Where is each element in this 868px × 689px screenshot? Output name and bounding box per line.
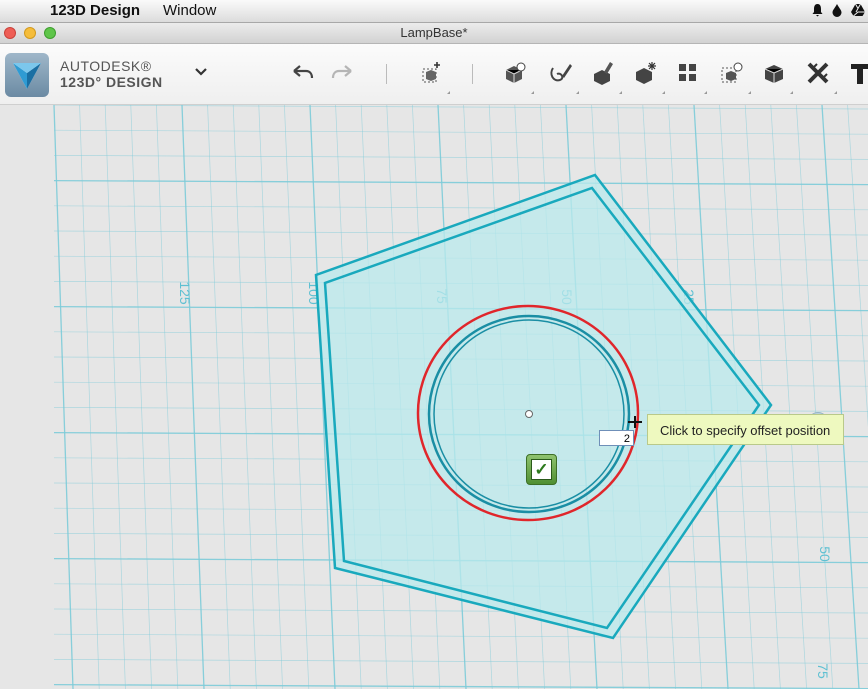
grid-line [53, 155, 868, 160]
grid-line [53, 205, 868, 211]
grid-line [53, 105, 74, 689]
pattern-icon[interactable] [673, 58, 703, 88]
offset-tooltip: Click to specify offset position [647, 414, 844, 445]
grid-line [53, 683, 868, 689]
measure-icon[interactable] [803, 58, 833, 88]
primitives-icon[interactable] [500, 58, 530, 88]
group-icon[interactable] [717, 58, 747, 88]
grid-label-50-right: 50 [817, 546, 833, 562]
window-title: LampBase* [400, 25, 468, 40]
brand-product: 123D° DESIGN [60, 74, 163, 90]
window-menu[interactable]: Window [163, 2, 216, 19]
toolbar-separator [386, 64, 387, 84]
brand-autodesk: AUTODESK® [60, 58, 152, 74]
bell-icon[interactable] [811, 3, 824, 20]
grid-line [104, 105, 126, 689]
sketch-icon[interactable] [545, 58, 575, 88]
workplane-grid: 125 100 75 50 25 50 75 [53, 105, 868, 689]
grid-line [53, 179, 868, 186]
app-menu[interactable]: 123D Design [50, 2, 140, 19]
grid-line [847, 105, 868, 428]
toolbar-separator [472, 64, 473, 84]
combine-icon[interactable] [759, 58, 789, 88]
circle-center-point[interactable] [525, 410, 533, 418]
app-logo-icon[interactable] [5, 53, 49, 97]
grid-line [258, 105, 283, 689]
grid-line [232, 105, 257, 689]
grid-line [284, 105, 310, 689]
chevron-down-icon[interactable] [194, 64, 208, 82]
drop-icon[interactable] [831, 3, 843, 20]
modify-icon[interactable] [631, 58, 661, 88]
toolbar: AUTODESK® 123D° DESIGN [0, 44, 868, 105]
grid-label-125: 125 [177, 281, 193, 305]
grid-line [156, 105, 179, 689]
grid-line [53, 105, 868, 110]
viewport-canvas[interactable]: 125 100 75 50 25 50 75 ✓ + [0, 105, 868, 689]
window-titlebar: LampBase* [0, 23, 868, 44]
menu-bar: 123D Design Window [0, 0, 868, 23]
grid-line [130, 105, 152, 689]
drive-icon[interactable] [851, 3, 865, 19]
construct-icon[interactable] [588, 58, 618, 88]
undo-icon[interactable] [287, 58, 317, 88]
transform-icon[interactable] [416, 58, 446, 88]
text-tool-icon[interactable] [845, 58, 868, 88]
checkmark-icon: ✓ [531, 459, 552, 480]
offset-distance-input[interactable] [599, 430, 634, 446]
redo-icon[interactable] [328, 58, 358, 88]
grid-line [181, 105, 205, 689]
grid-line [53, 129, 868, 135]
grid-line [207, 105, 231, 689]
confirm-checkmark-button[interactable]: ✓ [526, 454, 557, 485]
grid-line [53, 659, 868, 664]
grid-line [770, 105, 807, 689]
grid-line [79, 105, 100, 689]
grid-label-75-right: 75 [815, 663, 831, 679]
grid-line [53, 608, 868, 614]
